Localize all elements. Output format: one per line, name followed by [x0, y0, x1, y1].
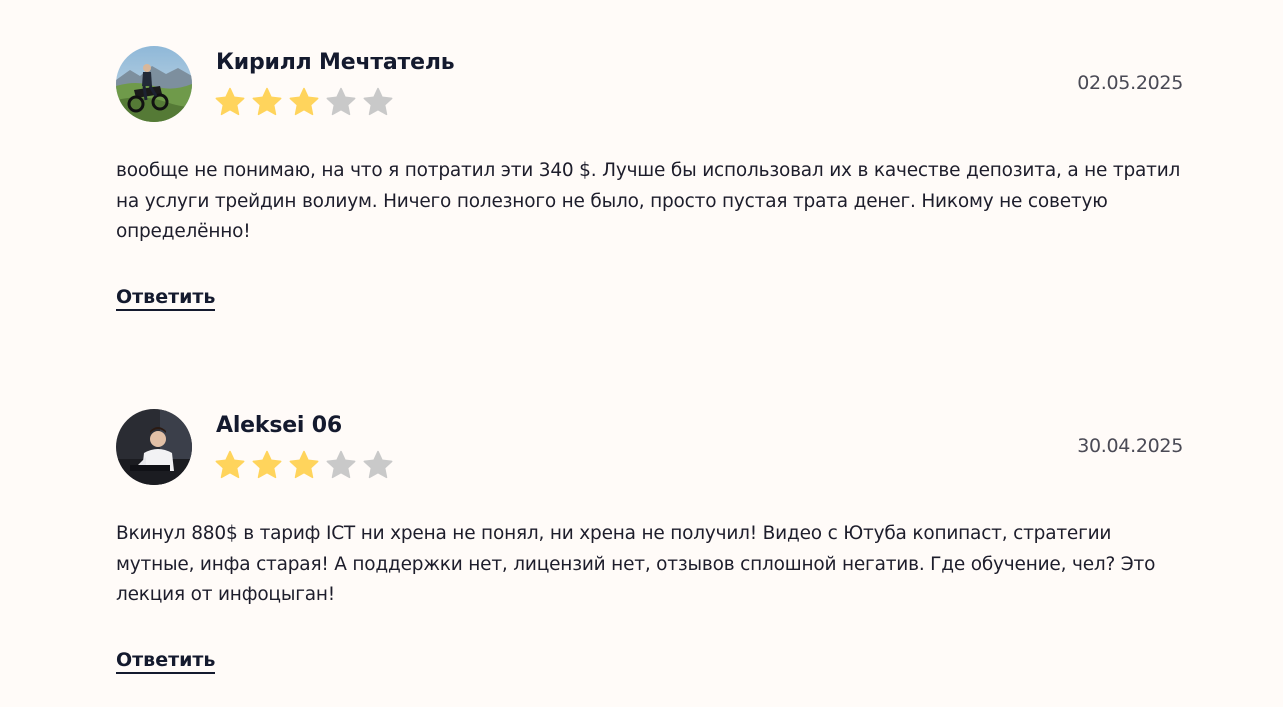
star-filled-icon [215, 87, 245, 116]
rating-stars [214, 86, 394, 118]
avatar-photo-icon [116, 409, 192, 485]
review-text: Вкинул 880$ в тариф ICT ни хрена не поня… [116, 523, 1156, 605]
author-name: Кирилл Мечтатель [216, 50, 455, 75]
author-name: Aleksei 06 [216, 413, 342, 438]
review-date: 02.05.2025 [1077, 72, 1183, 94]
star-empty-icon [363, 87, 393, 116]
star-filled-icon [289, 450, 319, 479]
star-filled-icon [289, 87, 319, 116]
star-empty-icon [326, 450, 356, 479]
avatar [116, 409, 192, 485]
star-filled-icon [252, 450, 282, 479]
star-filled-icon [215, 450, 245, 479]
review-date: 30.04.2025 [1077, 435, 1183, 457]
star-filled-icon [252, 87, 282, 116]
star-empty-icon [363, 450, 393, 479]
reply-link[interactable]: Ответить [116, 648, 216, 674]
reply-link[interactable]: Ответить [116, 285, 216, 311]
review-text: вообще не понимаю, на что я потратил эти… [116, 160, 1181, 242]
rating-stars [214, 449, 394, 481]
star-empty-icon [326, 87, 356, 116]
avatar [116, 46, 192, 122]
avatar-photo-icon [116, 46, 192, 122]
